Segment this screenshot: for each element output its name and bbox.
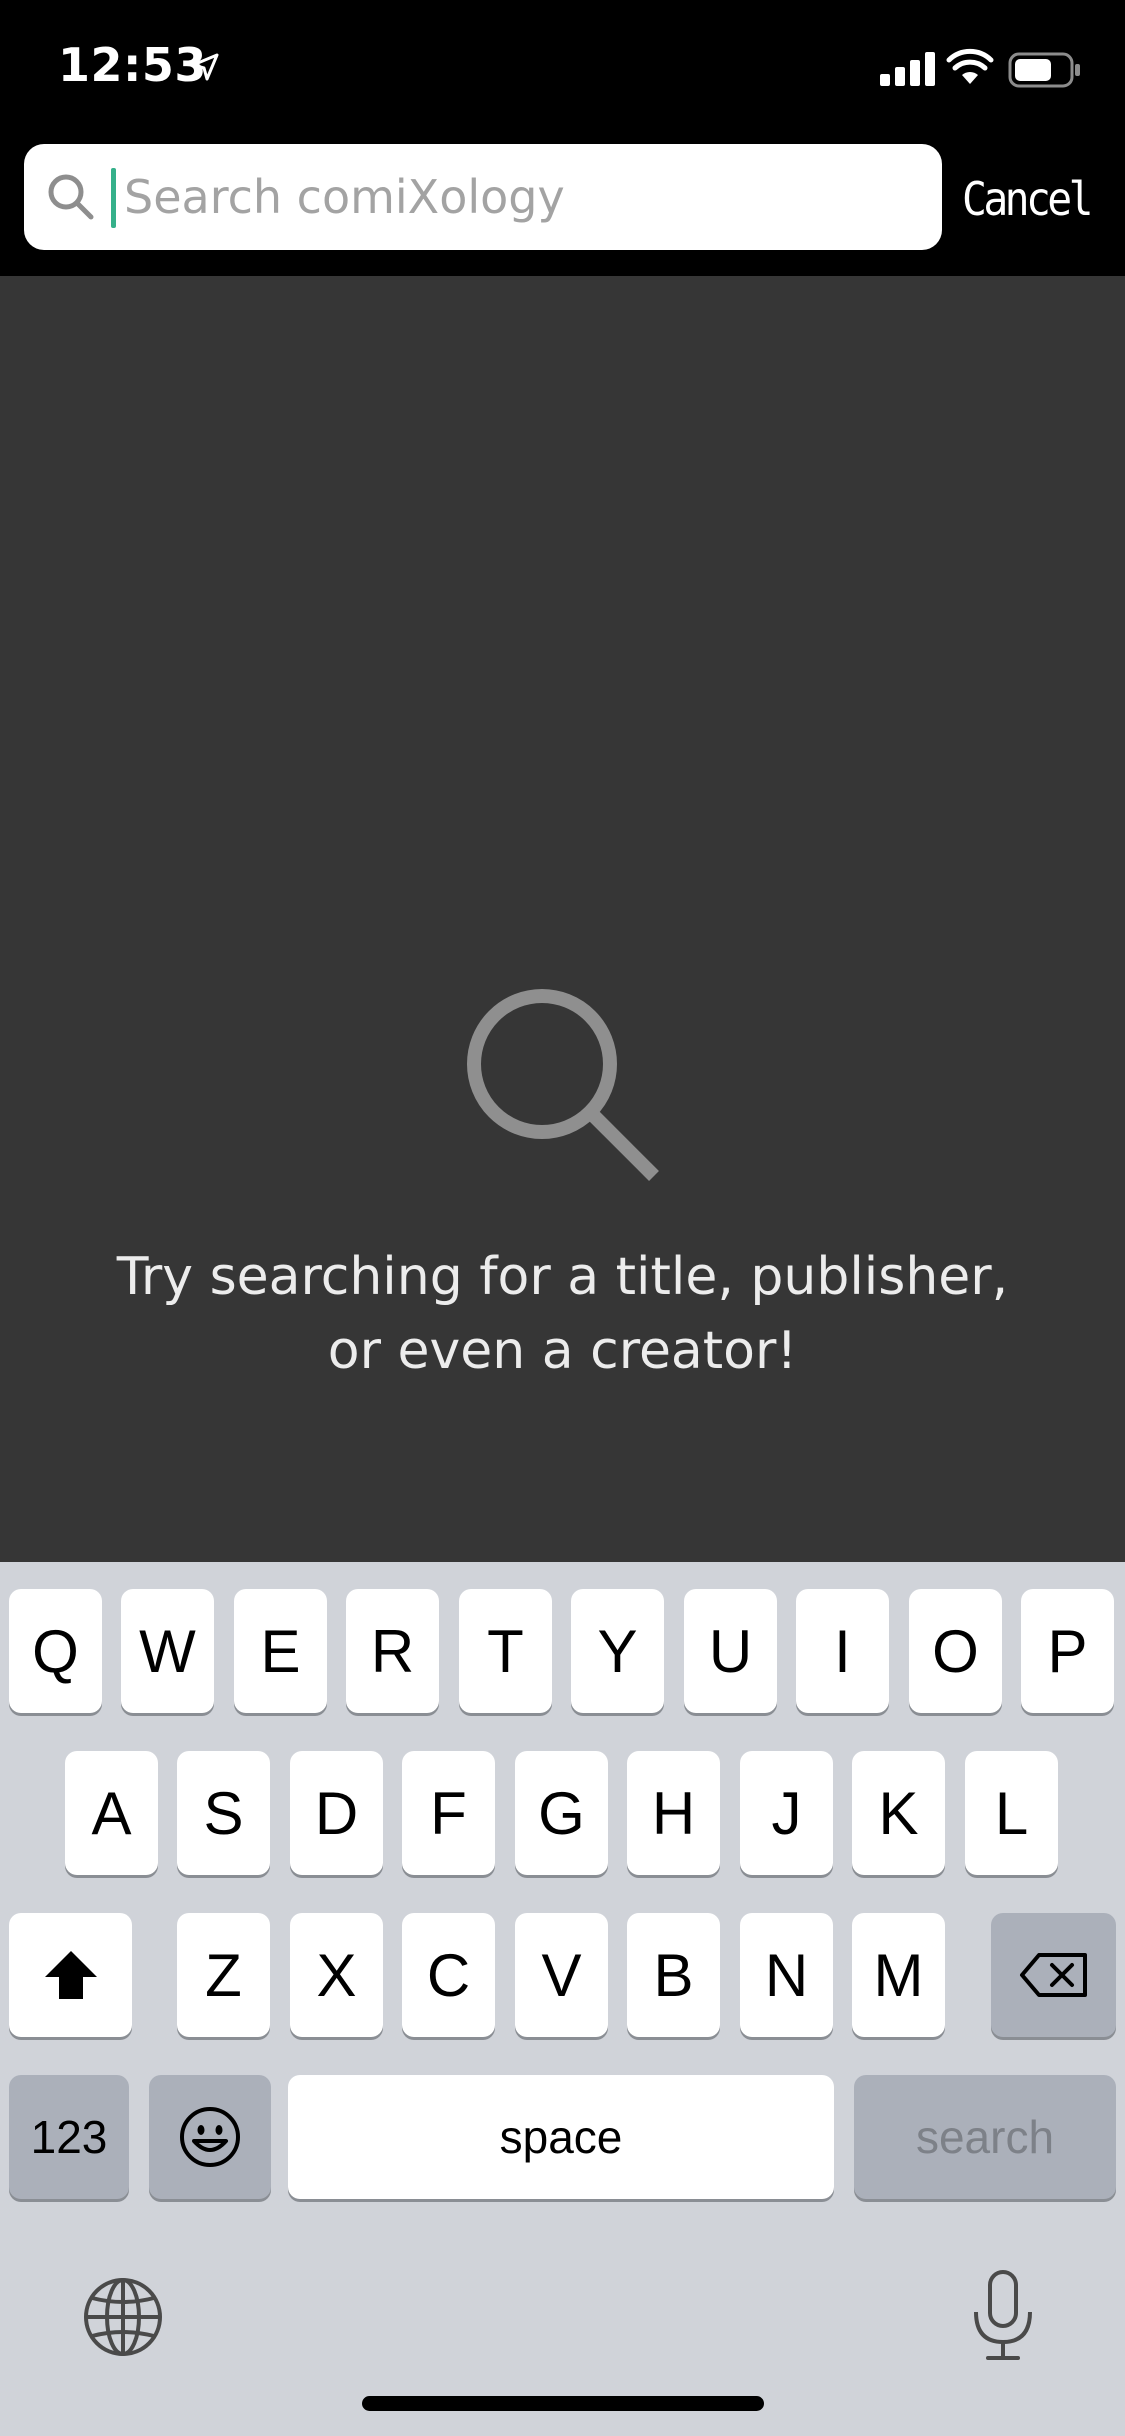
- key-y[interactable]: Y: [571, 1589, 664, 1713]
- battery-icon: [1008, 52, 1080, 88]
- key-x[interactable]: X: [290, 1913, 383, 2037]
- empty-state-line-2: or even a creator!: [327, 1321, 798, 1381]
- backspace-icon: [1019, 1953, 1087, 1997]
- key-l[interactable]: L: [965, 1751, 1058, 1875]
- signal-icon: [880, 52, 935, 86]
- emoji-key[interactable]: [149, 2075, 271, 2199]
- key-r[interactable]: R: [346, 1589, 439, 1713]
- key-e[interactable]: E: [234, 1589, 327, 1713]
- cancel-button[interactable]: Cancel: [962, 172, 1094, 226]
- microphone-icon[interactable]: [968, 2268, 1038, 2364]
- empty-state-line-1: Try searching for a title, publisher,: [116, 1247, 1009, 1307]
- key-j[interactable]: J: [740, 1751, 833, 1875]
- globe-icon[interactable]: [82, 2276, 164, 2358]
- key-s[interactable]: S: [177, 1751, 270, 1875]
- search-header: Cancel: [0, 140, 1125, 276]
- text-cursor: [111, 168, 116, 228]
- key-q[interactable]: Q: [9, 1589, 102, 1713]
- key-v[interactable]: V: [515, 1913, 608, 2037]
- emoji-icon: [180, 2107, 240, 2167]
- empty-state-message: Try searching for a title, publisher, or…: [0, 1240, 1125, 1388]
- search-input[interactable]: [124, 154, 924, 240]
- backspace-key[interactable]: [991, 1913, 1116, 2037]
- key-f[interactable]: F: [402, 1751, 495, 1875]
- numbers-key[interactable]: 123: [9, 2075, 129, 2199]
- key-a[interactable]: A: [65, 1751, 158, 1875]
- key-b[interactable]: B: [627, 1913, 720, 2037]
- status-time: 12:53: [58, 38, 207, 92]
- key-d[interactable]: D: [290, 1751, 383, 1875]
- key-k[interactable]: K: [852, 1751, 945, 1875]
- space-key[interactable]: space: [288, 2075, 834, 2199]
- search-icon: [48, 174, 94, 220]
- keyboard: Q W E R T Y U I O P A S D F G H J K L Z …: [0, 1562, 1125, 2436]
- key-i[interactable]: I: [796, 1589, 889, 1713]
- key-z[interactable]: Z: [177, 1913, 270, 2037]
- key-u[interactable]: U: [684, 1589, 777, 1713]
- search-box[interactable]: [24, 144, 942, 250]
- search-icon: [467, 989, 659, 1181]
- status-bar: 12:53: [0, 0, 1125, 140]
- key-w[interactable]: W: [121, 1589, 214, 1713]
- shift-key[interactable]: [9, 1913, 132, 2037]
- location-arrow-icon: [191, 53, 219, 81]
- home-indicator: [362, 2396, 764, 2411]
- key-p[interactable]: P: [1021, 1589, 1114, 1713]
- key-c[interactable]: C: [402, 1913, 495, 2037]
- key-m[interactable]: M: [852, 1913, 945, 2037]
- key-g[interactable]: G: [515, 1751, 608, 1875]
- shift-icon: [44, 1951, 97, 1999]
- key-o[interactable]: O: [909, 1589, 1002, 1713]
- key-n[interactable]: N: [740, 1913, 833, 2037]
- wifi-icon: [946, 48, 994, 84]
- search-key[interactable]: search: [854, 2075, 1116, 2199]
- key-h[interactable]: H: [627, 1751, 720, 1875]
- key-t[interactable]: T: [459, 1589, 552, 1713]
